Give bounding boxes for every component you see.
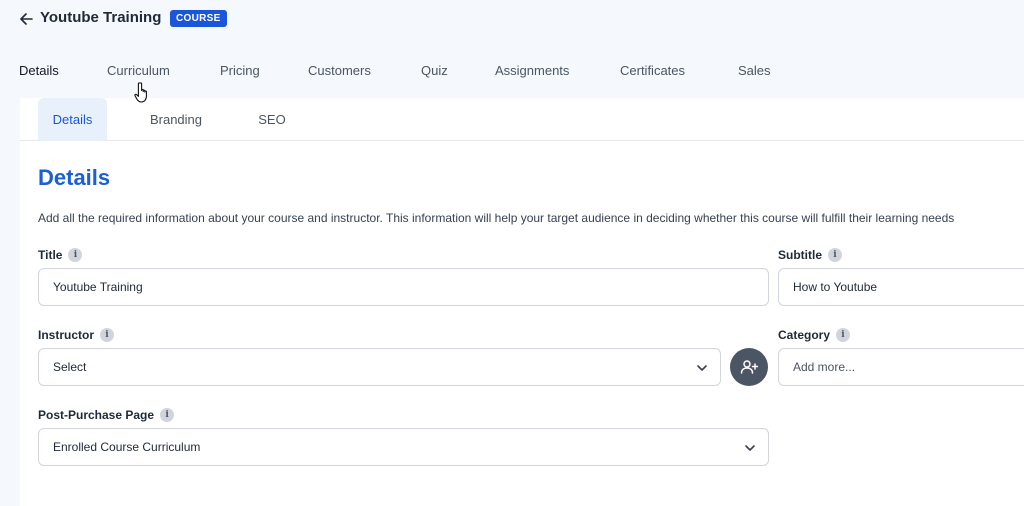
subtab-details[interactable]: Details <box>38 98 107 141</box>
chevron-down-icon <box>697 365 707 371</box>
subtitle-input-value: How to Youtube <box>793 280 878 294</box>
page-header: Youtube Training COURSE Details Curricul… <box>0 0 1024 98</box>
subtab-branding[interactable]: Branding <box>140 98 212 141</box>
tab-details[interactable]: Details <box>19 63 59 78</box>
tab-certificates[interactable]: Certificates <box>620 63 685 78</box>
back-button[interactable] <box>15 8 37 30</box>
course-title: Youtube Training <box>40 9 162 26</box>
tab-curriculum[interactable]: Curriculum <box>107 63 170 78</box>
category-input[interactable]: Add more... <box>778 348 1024 386</box>
subtitle-label-text: Subtitle <box>778 248 822 262</box>
title-label: Title i <box>38 248 83 262</box>
sub-tabs: Details Branding SEO <box>20 98 1024 141</box>
info-icon[interactable]: i <box>100 328 115 342</box>
left-gutter <box>0 98 20 506</box>
section-title: Details <box>38 165 111 190</box>
post-purchase-label-text: Post-Purchase Page <box>38 408 155 422</box>
category-label: Category i <box>778 328 851 342</box>
main-tabs: Details Curriculum Pricing Customers Qui… <box>0 63 1024 83</box>
info-icon[interactable]: i <box>160 408 175 422</box>
post-purchase-select-value: Enrolled Course Curriculum <box>53 440 201 454</box>
info-icon[interactable]: i <box>828 248 842 262</box>
chevron-down-icon <box>745 445 755 451</box>
subtitle-label: Subtitle i <box>778 248 842 262</box>
course-editor-page: Youtube Training COURSE Details Curricul… <box>0 0 1024 506</box>
subtitle-input[interactable]: How to Youtube <box>778 268 1024 306</box>
info-icon[interactable]: i <box>68 248 83 262</box>
title-input-value: Youtube Training <box>53 280 143 294</box>
hand-cursor-icon <box>134 82 147 103</box>
add-user-icon <box>740 360 758 374</box>
title-input[interactable]: Youtube Training <box>38 268 769 306</box>
tab-sales[interactable]: Sales <box>738 63 771 78</box>
subtab-seo[interactable]: SEO <box>248 98 296 141</box>
instructor-label: Instructor i <box>38 328 115 342</box>
details-panel: Details Branding SEO Details Add all the… <box>20 98 1024 506</box>
add-instructor-button[interactable] <box>730 348 768 386</box>
tab-quiz[interactable]: Quiz <box>421 63 448 78</box>
arrow-left-icon <box>19 13 33 25</box>
instructor-select-value: Select <box>53 360 87 374</box>
post-purchase-label: Post-Purchase Page i <box>38 408 175 422</box>
section-description: Add all the required information about y… <box>38 211 955 225</box>
title-label-text: Title <box>38 248 63 262</box>
instructor-label-text: Instructor <box>38 328 95 342</box>
tab-customers[interactable]: Customers <box>308 63 371 78</box>
category-input-placeholder: Add more... <box>793 360 856 374</box>
tab-assignments[interactable]: Assignments <box>495 63 569 78</box>
post-purchase-select[interactable]: Enrolled Course Curriculum <box>38 428 769 466</box>
tab-pricing[interactable]: Pricing <box>220 63 260 78</box>
info-icon[interactable]: i <box>836 328 851 342</box>
instructor-select[interactable]: Select <box>38 348 721 386</box>
category-label-text: Category <box>778 328 831 342</box>
course-type-badge: COURSE <box>170 10 227 27</box>
